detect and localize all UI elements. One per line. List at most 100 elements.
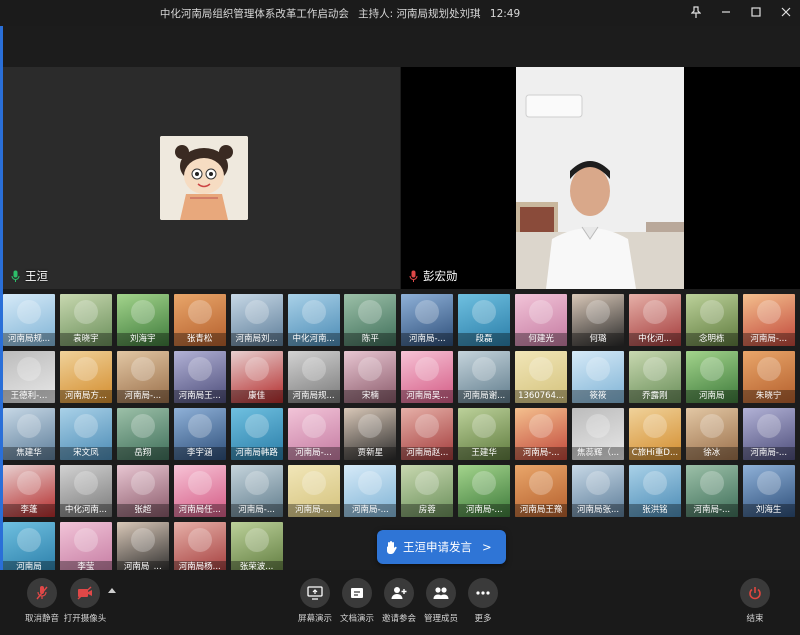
minimize-icon[interactable] <box>718 3 734 21</box>
participant-tile[interactable]: 宋楠 <box>344 351 397 403</box>
participant-tile[interactable]: 念明栋 <box>685 294 738 346</box>
participant-tile[interactable]: 河南局 <box>685 351 738 403</box>
participant-tile[interactable]: 河南局-... <box>685 465 738 517</box>
participant-tile[interactable]: C旅Hi重D... <box>628 408 681 460</box>
participant-tile[interactable]: 1360764... <box>515 351 568 403</box>
participant-tile[interactable]: 袁晓宇 <box>59 294 112 346</box>
main-video-speaker-1[interactable]: 王洹 <box>3 67 400 289</box>
camera-button[interactable]: 打开摄像头 <box>63 578 107 624</box>
participant-name: 河南局-... <box>685 504 738 517</box>
participant-tile[interactable]: 河南局-... <box>458 465 511 517</box>
participant-tile[interactable]: 焦建华 <box>3 408 55 460</box>
participant-tile[interactable]: 河南局任... <box>173 465 226 517</box>
participant-tile[interactable]: 焦蕊辉（... <box>572 408 624 460</box>
participant-tile[interactable]: 房蓉 <box>401 465 454 517</box>
participant-tile[interactable]: 段磊 <box>458 294 511 346</box>
participant-tile[interactable]: 乔露刚 <box>628 351 681 403</box>
participant-tile[interactable]: 河南局-... <box>116 351 169 403</box>
participant-tile[interactable]: 河南局-... <box>742 408 795 460</box>
participant-tile[interactable]: 张荣波... <box>230 522 283 574</box>
participant-tile[interactable]: 河南局-... <box>401 294 454 346</box>
avatar <box>415 300 440 324</box>
participant-tile[interactable]: 河南局-... <box>344 465 397 517</box>
main-video-speaker-2[interactable]: 彭宏勋 <box>401 67 800 289</box>
participant-tile[interactable]: 张青松 <box>173 294 226 346</box>
pin-icon[interactable] <box>688 3 704 21</box>
participant-tile[interactable]: 河南局-... <box>230 465 283 517</box>
invite-label: 邀请参会 <box>381 614 416 624</box>
participant-tile[interactable]: 河南局 <box>3 522 55 574</box>
invite-button[interactable]: 邀请参会 <box>377 578 421 624</box>
participant-tile[interactable]: 河南局王... <box>173 351 226 403</box>
participant-tile[interactable]: 河南局规... <box>3 294 55 346</box>
share-screen-button[interactable]: 屏幕演示 <box>293 578 337 624</box>
document-share-button[interactable]: 文档演示 <box>335 578 379 624</box>
participant-tile[interactable]: 陈平 <box>344 294 397 346</box>
participant-name: 河南局 <box>685 390 738 403</box>
participant-name: 张超 <box>116 504 169 517</box>
more-button[interactable]: 更多 <box>461 578 505 624</box>
participant-tile[interactable]: 河南局-... <box>515 408 568 460</box>
participant-tile[interactable]: 李蓬 <box>3 465 55 517</box>
participant-tile[interactable]: 李莹 <box>59 522 112 574</box>
participant-tile[interactable]: 朱晓宁 <box>742 351 795 403</box>
participant-tile[interactable]: 河南局_... <box>116 522 169 574</box>
participant-tile[interactable]: 中化河... <box>628 294 681 346</box>
participant-tile[interactable]: 河南局谢... <box>458 351 511 403</box>
participant-tile[interactable]: 河南局王豫 <box>515 465 568 517</box>
participant-tile[interactable]: 中化河南... <box>59 465 112 517</box>
maximize-icon[interactable] <box>748 3 764 21</box>
avatar <box>73 528 98 552</box>
participant-tile[interactable]: 河南局方... <box>59 351 112 403</box>
avatar <box>130 300 155 324</box>
participant-tile[interactable]: 张洪铭 <box>628 465 681 517</box>
participant-tile[interactable]: 贾新星 <box>344 408 397 460</box>
chevron-up-icon[interactable] <box>108 588 116 593</box>
avatar <box>130 471 155 495</box>
participant-tile[interactable]: 康佳 <box>230 351 283 403</box>
close-icon[interactable] <box>778 3 794 21</box>
hand-icon <box>387 541 397 554</box>
participant-tile[interactable]: 河南局吴... <box>401 351 454 403</box>
participant-name: 河南局吴... <box>401 390 454 403</box>
participant-tile[interactable]: 王建华 <box>458 408 511 460</box>
participant-tile[interactable]: 河南局赵... <box>401 408 454 460</box>
participant-tile[interactable]: 徐冰 <box>685 408 738 460</box>
participant-name: 1360764... <box>515 390 568 403</box>
participant-tile[interactable]: 中化河南... <box>287 294 340 346</box>
avatar <box>756 357 781 381</box>
participant-tile[interactable]: 张超 <box>116 465 169 517</box>
avatar <box>586 471 610 495</box>
participant-tile[interactable]: 何璐 <box>572 294 624 346</box>
avatar <box>358 357 383 381</box>
avatar <box>244 528 269 552</box>
participant-tile[interactable]: 河南局刘... <box>230 294 283 346</box>
participant-tile[interactable]: 河南局韩路 <box>230 408 283 460</box>
participant-tile[interactable]: 岳翔 <box>116 408 169 460</box>
avatar <box>699 414 724 438</box>
participant-tile[interactable]: 河南局张... <box>572 465 624 517</box>
participant-tile[interactable]: 王德利-... <box>3 351 55 403</box>
participant-name: 河南局刘... <box>230 333 283 346</box>
participant-tile[interactable]: 筱筱 <box>572 351 624 403</box>
end-meeting-button[interactable]: 结束 <box>733 578 777 624</box>
participant-tile[interactable]: 河南局杨... <box>173 522 226 574</box>
participant-tile[interactable]: 李宇涵 <box>173 408 226 460</box>
participant-tile[interactable]: 刘海生 <box>742 465 795 517</box>
avatar <box>73 300 98 324</box>
avatar <box>187 414 212 438</box>
participant-name: 筱筱 <box>572 390 624 403</box>
raise-hand-notification[interactable]: 王洹申请发言 > <box>377 530 506 564</box>
participant-tile[interactable]: 河南局-... <box>287 408 340 460</box>
meeting-toolbar: 取消静音 打开摄像头 屏幕演示 文档演示 邀请参会 管理成员 更多 结束 <box>0 570 800 635</box>
participant-tile[interactable]: 何建光 <box>515 294 568 346</box>
participant-tile[interactable]: 河南局-... <box>287 465 340 517</box>
participant-tile[interactable]: 河南局规... <box>287 351 340 403</box>
speaker-name-tag: 王洹 <box>11 268 48 284</box>
participant-tile[interactable]: 宋文凤 <box>59 408 112 460</box>
avatar <box>17 471 41 495</box>
manage-members-button[interactable]: 管理成员 <box>419 578 463 624</box>
participant-tile[interactable]: 河南局-... <box>742 294 795 346</box>
participant-tile[interactable]: 刘海宇 <box>116 294 169 346</box>
unmute-button[interactable]: 取消静音 <box>20 578 64 624</box>
